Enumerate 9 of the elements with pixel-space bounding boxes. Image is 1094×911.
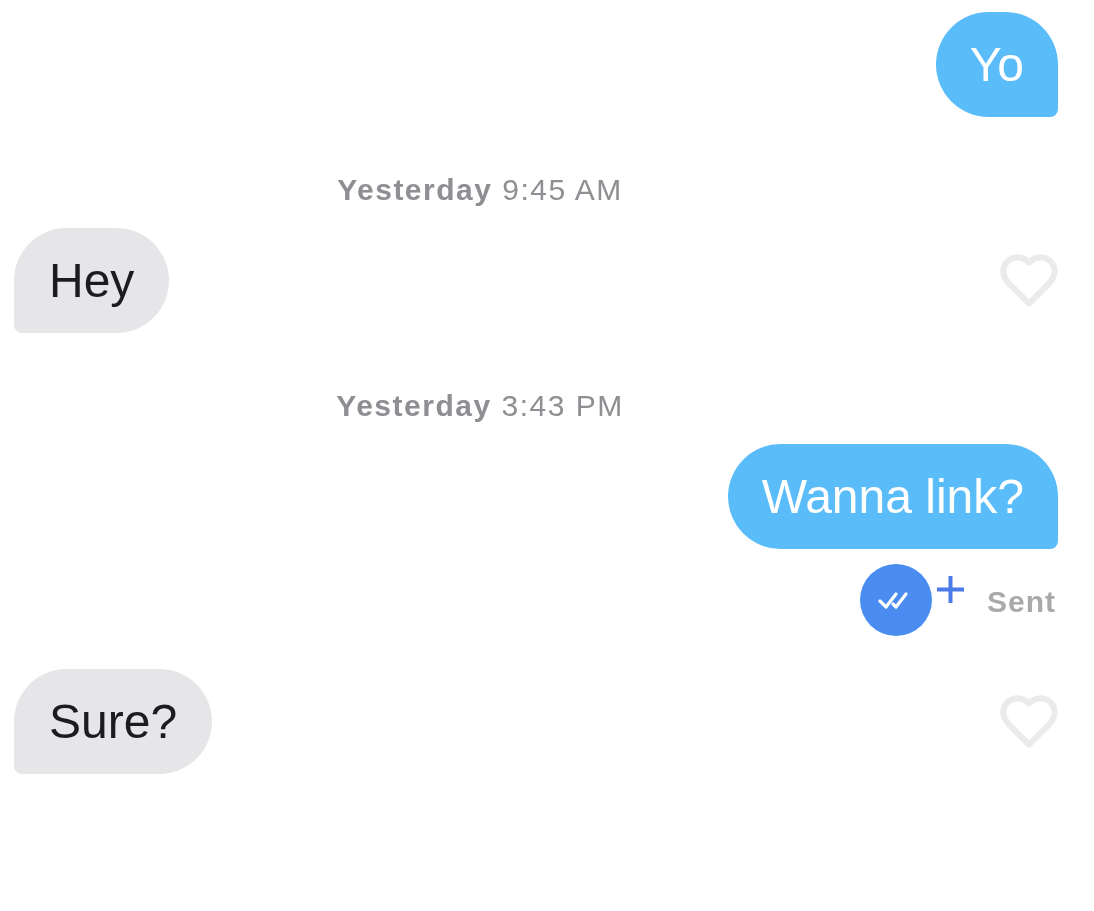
plus-icon bbox=[937, 576, 964, 603]
sent-status-label: Sent bbox=[987, 584, 1056, 620]
double-check-icon bbox=[860, 564, 932, 636]
received-message-bubble: Sure? bbox=[14, 669, 213, 774]
timestamp: Yesterday 9:45 AM bbox=[337, 172, 623, 208]
sent-message-bubble: Yo bbox=[935, 12, 1058, 117]
sent-message-bubble: Wanna link? bbox=[727, 444, 1058, 549]
received-message-bubble: Hey bbox=[14, 228, 170, 333]
timestamp: Yesterday 3:43 PM bbox=[336, 388, 624, 424]
